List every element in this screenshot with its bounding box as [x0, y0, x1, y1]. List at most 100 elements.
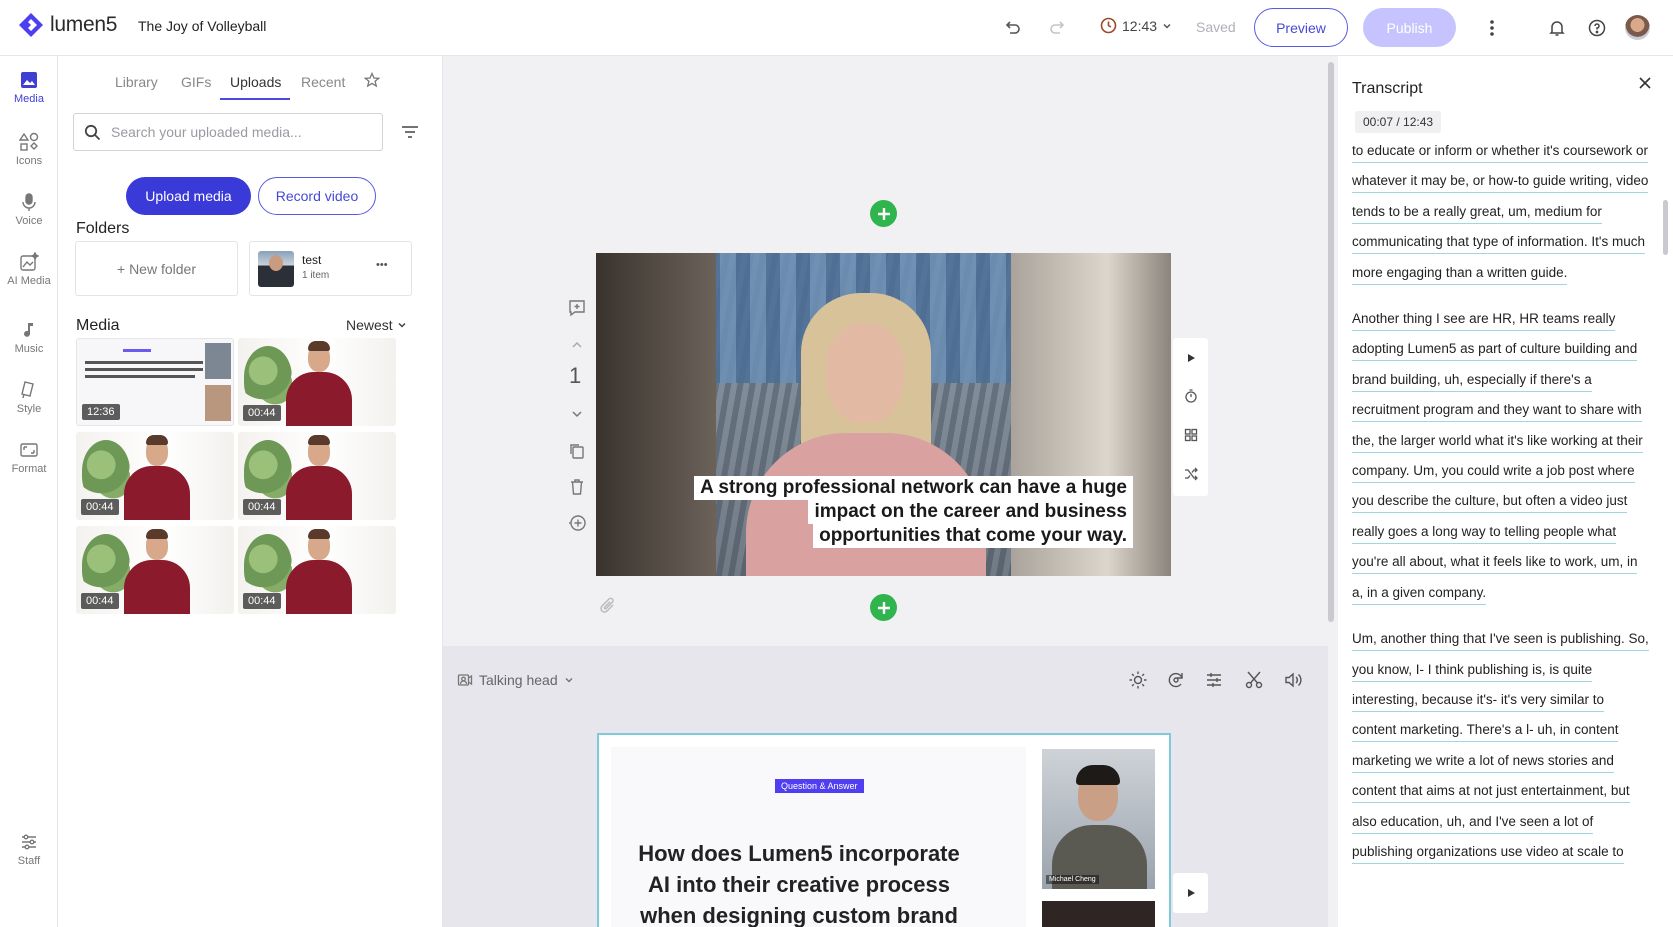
publish-button[interactable]: Publish [1363, 8, 1456, 47]
filter-icon[interactable] [400, 122, 420, 147]
avatar[interactable] [1625, 15, 1650, 40]
rail-label: Media [14, 93, 44, 105]
transcript-panel: Transcript 00:07 / 12:43 to educate or i… [1338, 56, 1673, 927]
scrollbar[interactable] [1663, 200, 1668, 255]
add-text-icon[interactable] [565, 296, 589, 320]
aspect-ratio-icon [20, 443, 38, 457]
folder-card[interactable]: test 1 item ••• [249, 241, 412, 296]
more-vertical-icon[interactable] [1480, 16, 1504, 40]
media-thumbnail[interactable]: 00:44 [76, 526, 234, 614]
logo[interactable]: lumen5 [18, 12, 117, 38]
search-input[interactable] [111, 124, 361, 140]
volume-icon[interactable] [1281, 668, 1305, 692]
scrollbar[interactable] [1328, 62, 1334, 622]
rail-item-ai-media[interactable]: AI Media [0, 252, 58, 287]
adjust-icon[interactable] [1202, 668, 1226, 692]
folders-title: Folders [76, 220, 130, 237]
close-icon[interactable] [1638, 76, 1662, 100]
chevron-down-icon [565, 677, 573, 683]
tab-library[interactable]: Library [115, 74, 158, 90]
rail-item-icons[interactable]: Icons [0, 132, 58, 167]
tab-uploads[interactable]: Uploads [230, 74, 281, 90]
duration-badge: 00:44 [243, 593, 281, 609]
transcript-paragraph[interactable]: Another thing I see are HR, HR teams rea… [1352, 304, 1652, 608]
plus-icon [877, 601, 890, 614]
person-body [286, 466, 352, 520]
active-tab-indicator [220, 98, 290, 100]
media-thumbnail[interactable]: 00:44 [238, 432, 396, 520]
play-button[interactable] [1173, 873, 1208, 913]
attachment-icon[interactable] [596, 594, 620, 618]
duration-dropdown[interactable]: 12:43 [1100, 17, 1172, 34]
new-folder-button[interactable]: + New folder [75, 241, 238, 296]
speaker-photo: Michael Cheng [1042, 749, 1155, 889]
talking-head-icon [457, 674, 473, 686]
timer-icon[interactable] [1179, 384, 1203, 408]
duration-value: 12:43 [1122, 17, 1158, 34]
media-thumbnail[interactable]: 12:36 [76, 338, 234, 426]
talking-head-slide[interactable]: Question & Answer How does Lumen5 incorp… [597, 733, 1171, 927]
media-thumbnail[interactable]: 00:44 [238, 338, 396, 426]
rail-label: Voice [15, 215, 43, 227]
transcript-timestamp: 00:07 / 12:43 [1355, 111, 1442, 133]
media-thumbnail[interactable]: 00:44 [76, 432, 234, 520]
plant [244, 534, 292, 596]
add-circle-icon[interactable] [565, 511, 589, 535]
rail-item-staff[interactable]: Staff [0, 832, 58, 867]
rail-item-media[interactable]: Media [0, 70, 58, 105]
tab-gifs[interactable]: GIFs [181, 74, 211, 90]
add-scene-below-button[interactable] [870, 594, 897, 621]
media-thumbnail[interactable]: 00:44 [238, 526, 396, 614]
redo-icon[interactable] [1046, 16, 1070, 40]
scene-video-preview[interactable]: A strong professional network can have a… [596, 253, 1171, 576]
rail-item-music[interactable]: Music [0, 320, 58, 355]
transcript-paragraph[interactable]: Um, another thing that I've seen is publ… [1352, 624, 1652, 867]
folder-more-icon[interactable]: ••• [376, 259, 388, 271]
folder-name: test [302, 253, 322, 267]
record-video-button[interactable]: Record video [258, 177, 376, 215]
rotate-icon[interactable] [1164, 668, 1188, 692]
move-up-icon[interactable] [565, 333, 589, 357]
delete-icon[interactable] [565, 475, 589, 499]
duplicate-icon[interactable] [565, 439, 589, 463]
scene-toolbar [1173, 338, 1208, 496]
play-icon[interactable] [1179, 346, 1203, 370]
move-down-icon[interactable] [565, 402, 589, 426]
search-field[interactable] [73, 113, 383, 151]
plant [244, 440, 292, 502]
scissors-icon[interactable] [1242, 668, 1266, 692]
brightness-icon[interactable] [1126, 668, 1150, 692]
star-icon[interactable] [363, 71, 381, 93]
transcript-paragraph-text: Another thing I see are HR, HR teams rea… [1352, 311, 1643, 605]
caption-line[interactable]: opportunities that come your way. [813, 524, 1133, 548]
person-hair [308, 435, 330, 445]
caption-line[interactable]: impact on the career and business [808, 500, 1133, 524]
transcript-text[interactable]: to educate or inform or whether it's cou… [1352, 136, 1652, 927]
bell-icon[interactable] [1545, 16, 1569, 40]
person-hair [308, 529, 330, 539]
sliders-icon [22, 834, 36, 850]
transcript-paragraph[interactable]: to educate or inform or whether it's cou… [1352, 136, 1652, 288]
talking-head-dropdown[interactable]: Talking head [457, 672, 574, 688]
music-note-icon [24, 323, 33, 337]
sort-dropdown[interactable]: Newest [346, 317, 407, 333]
rail-item-format[interactable]: Format [0, 440, 58, 475]
rail-item-voice[interactable]: Voice [0, 192, 58, 227]
rail-label: Style [16, 403, 42, 415]
slide-heading: How does Lumen5 incorporate AI into thei… [638, 841, 960, 927]
duration-badge: 00:44 [81, 593, 119, 609]
slide-photo [205, 385, 231, 421]
help-icon[interactable] [1585, 16, 1609, 40]
tab-recent[interactable]: Recent [301, 74, 345, 90]
play-icon [1187, 889, 1195, 897]
preview-button[interactable]: Preview [1254, 8, 1348, 47]
rail-label: Format [11, 463, 47, 475]
shuffle-icon[interactable] [1179, 462, 1203, 486]
undo-icon[interactable] [1000, 16, 1024, 40]
caption-line[interactable]: A strong professional network can have a… [694, 476, 1133, 500]
project-title[interactable]: The Joy of Volleyball [138, 18, 266, 34]
rail-item-style[interactable]: Style [0, 380, 58, 415]
add-scene-above-button[interactable] [870, 200, 897, 227]
upload-media-button[interactable]: Upload media [126, 177, 251, 215]
layout-icon[interactable] [1179, 423, 1203, 447]
